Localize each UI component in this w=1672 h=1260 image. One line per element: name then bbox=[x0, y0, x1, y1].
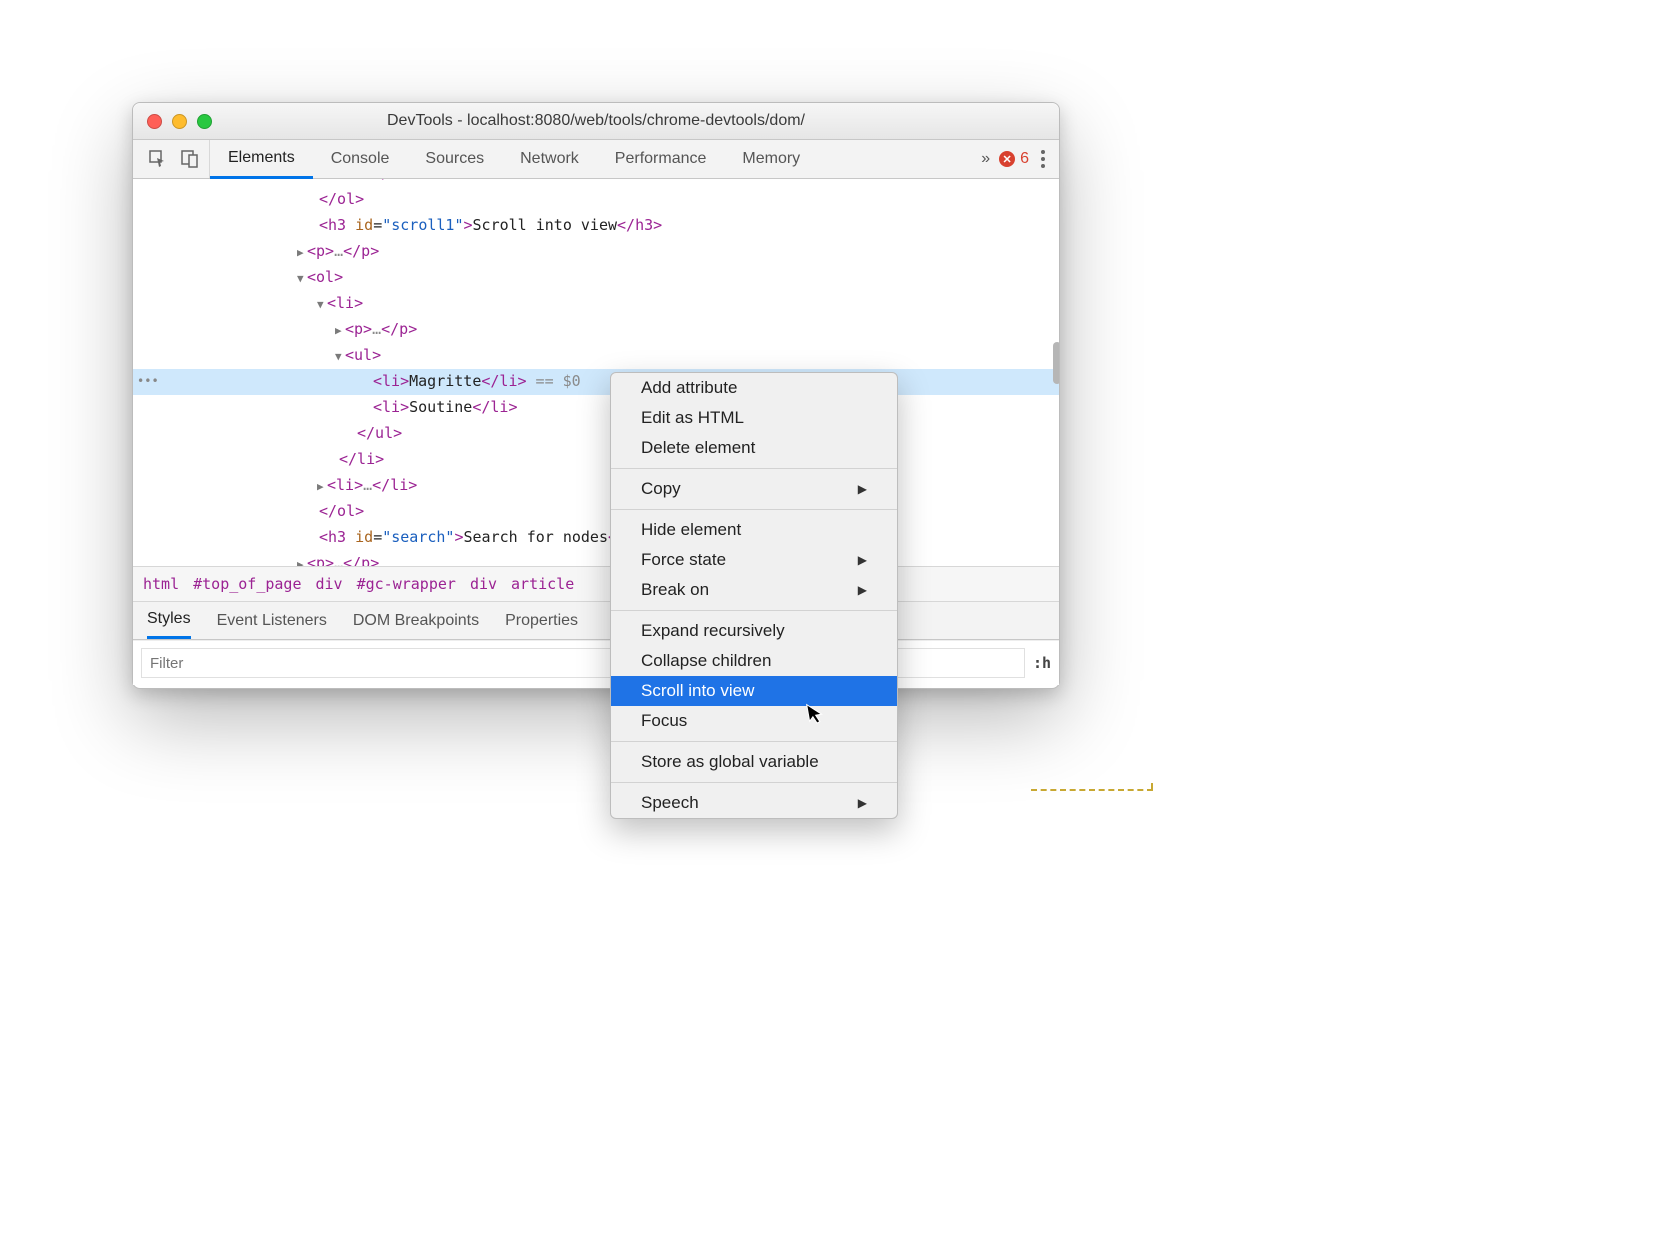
error-count-badge[interactable]: ✕ 6 bbox=[999, 150, 1029, 168]
tab-elements[interactable]: Elements bbox=[210, 140, 313, 179]
dom-row[interactable]: ▶ <p>…</p> bbox=[133, 239, 1059, 265]
expand-arrow-down-icon[interactable]: ▼ bbox=[317, 293, 327, 317]
dom-row[interactable]: ▼ <ul> bbox=[133, 343, 1059, 369]
dom-row[interactable]: ▶ <li>…</li> bbox=[133, 179, 1059, 187]
expand-arrow-right-icon[interactable]: ▶ bbox=[317, 179, 327, 187]
breadcrumb-item[interactable]: #top_of_page bbox=[193, 575, 301, 593]
titlebar: DevTools - localhost:8080/web/tools/chro… bbox=[133, 103, 1059, 140]
tab-performance[interactable]: Performance bbox=[597, 140, 725, 178]
tab-network[interactable]: Network bbox=[502, 140, 597, 178]
breadcrumb-item[interactable]: div bbox=[470, 575, 497, 593]
settings-menu-icon[interactable] bbox=[1041, 150, 1045, 168]
close-window-button[interactable] bbox=[147, 114, 162, 129]
subtab-styles[interactable]: Styles bbox=[147, 602, 191, 639]
expand-arrow-down-icon[interactable]: ▼ bbox=[297, 267, 307, 291]
window-title: DevTools - localhost:8080/web/tools/chro… bbox=[133, 112, 1059, 130]
device-toolbar-icon[interactable] bbox=[179, 148, 201, 170]
expand-arrow-down-icon[interactable]: ▼ bbox=[335, 345, 345, 369]
breadcrumb-item[interactable]: html bbox=[143, 575, 179, 593]
ctx-scroll-into-view[interactable]: Scroll into view bbox=[611, 676, 897, 706]
ctx-separator bbox=[611, 610, 897, 611]
error-icon: ✕ bbox=[999, 151, 1015, 167]
row-actions-icon[interactable]: ••• bbox=[137, 369, 159, 393]
expand-arrow-right-icon[interactable]: ▶ bbox=[317, 475, 327, 499]
dom-row[interactable]: <li>Magritte</li> == $0 bbox=[133, 369, 1059, 395]
ctx-separator bbox=[611, 741, 897, 742]
dom-row[interactable]: </ol> bbox=[133, 187, 1059, 213]
ctx-expand-recursively[interactable]: Expand recursively bbox=[611, 616, 897, 646]
dom-row[interactable]: </ul> bbox=[133, 421, 1059, 447]
main-toolbar: ElementsConsoleSourcesNetworkPerformance… bbox=[133, 140, 1059, 179]
ctx-store-as-global-variable[interactable]: Store as global variable bbox=[611, 747, 897, 777]
dom-row[interactable]: <h3 id="scroll1">Scroll into view</h3> bbox=[133, 213, 1059, 239]
tabs-overflow-icon[interactable]: » bbox=[981, 150, 987, 168]
ctx-delete-element[interactable]: Delete element bbox=[611, 433, 897, 463]
scrollbar-thumb[interactable] bbox=[1053, 342, 1059, 384]
dom-row[interactable]: ▼ <li> bbox=[133, 291, 1059, 317]
dom-row[interactable]: ▶ <p>…</p> bbox=[133, 551, 1059, 566]
ctx-separator bbox=[611, 509, 897, 510]
styles-tabbar: Styles Event Listeners DOM Breakpoints Prop… bbox=[133, 602, 1059, 640]
ctx-force-state[interactable]: Force state▶ bbox=[611, 545, 897, 575]
error-count-value: 6 bbox=[1020, 150, 1029, 168]
dom-row[interactable]: <h3 id="search">Search for nodes</h3> bbox=[133, 525, 1059, 551]
subtab-properties[interactable]: Properties bbox=[505, 612, 578, 630]
dom-row[interactable]: </ol> bbox=[133, 499, 1059, 525]
tab-console[interactable]: Console bbox=[313, 140, 408, 178]
breadcrumb-item[interactable]: #gc-wrapper bbox=[357, 575, 456, 593]
dom-row[interactable]: ▶ <li>…</li> bbox=[133, 473, 1059, 499]
dom-row[interactable]: ▶ <p>…</p> bbox=[133, 317, 1059, 343]
expand-arrow-right-icon[interactable]: ▶ bbox=[297, 553, 307, 566]
subtab-dom-breakpoints[interactable]: DOM Breakpoints bbox=[353, 612, 479, 630]
submenu-arrow-icon: ▶ bbox=[858, 482, 867, 496]
expand-arrow-right-icon[interactable]: ▶ bbox=[335, 319, 345, 343]
zoom-window-button[interactable] bbox=[197, 114, 212, 129]
ctx-add-attribute[interactable]: Add attribute bbox=[611, 373, 897, 403]
ctx-break-on[interactable]: Break on▶ bbox=[611, 575, 897, 605]
ctx-edit-as-html[interactable]: Edit as HTML bbox=[611, 403, 897, 433]
ctx-copy[interactable]: Copy▶ bbox=[611, 474, 897, 504]
hov-toggle[interactable]: :h bbox=[1033, 654, 1051, 672]
styles-filterbar: :h bbox=[133, 640, 1059, 685]
ctx-focus[interactable]: Focus bbox=[611, 706, 897, 736]
elements-tree[interactable]: ▶ <li>…</li> </ol> <h3 id="scroll1">Scro… bbox=[133, 179, 1059, 566]
dom-row[interactable]: </li> bbox=[133, 447, 1059, 473]
dom-row[interactable]: ▼ <ol> bbox=[133, 265, 1059, 291]
ctx-collapse-children[interactable]: Collapse children bbox=[611, 646, 897, 676]
breadcrumb: html #top_of_page div #gc-wrapper div article bbox=[133, 566, 1059, 602]
styles-selection-outline bbox=[1031, 783, 1153, 791]
dom-row[interactable]: <li>Soutine</li> bbox=[133, 395, 1059, 421]
tab-sources[interactable]: Sources bbox=[407, 140, 502, 178]
ctx-speech[interactable]: Speech▶ bbox=[611, 788, 897, 818]
panel-tabs: ElementsConsoleSourcesNetworkPerformance… bbox=[210, 140, 818, 178]
submenu-arrow-icon: ▶ bbox=[858, 583, 867, 597]
submenu-arrow-icon: ▶ bbox=[858, 796, 867, 810]
devtools-window: DevTools - localhost:8080/web/tools/chro… bbox=[132, 102, 1060, 689]
breadcrumb-item[interactable]: div bbox=[316, 575, 343, 593]
expand-arrow-right-icon[interactable]: ▶ bbox=[297, 241, 307, 265]
minimize-window-button[interactable] bbox=[172, 114, 187, 129]
subtab-event-listeners[interactable]: Event Listeners bbox=[217, 612, 327, 630]
window-controls bbox=[133, 114, 212, 129]
ctx-separator bbox=[611, 468, 897, 469]
inspect-element-icon[interactable] bbox=[147, 148, 169, 170]
ctx-separator bbox=[611, 782, 897, 783]
tab-memory[interactable]: Memory bbox=[724, 140, 818, 178]
context-menu: Add attributeEdit as HTMLDelete element C… bbox=[610, 372, 898, 819]
submenu-arrow-icon: ▶ bbox=[858, 553, 867, 567]
ctx-hide-element[interactable]: Hide element bbox=[611, 515, 897, 545]
breadcrumb-item[interactable]: article bbox=[511, 575, 574, 593]
